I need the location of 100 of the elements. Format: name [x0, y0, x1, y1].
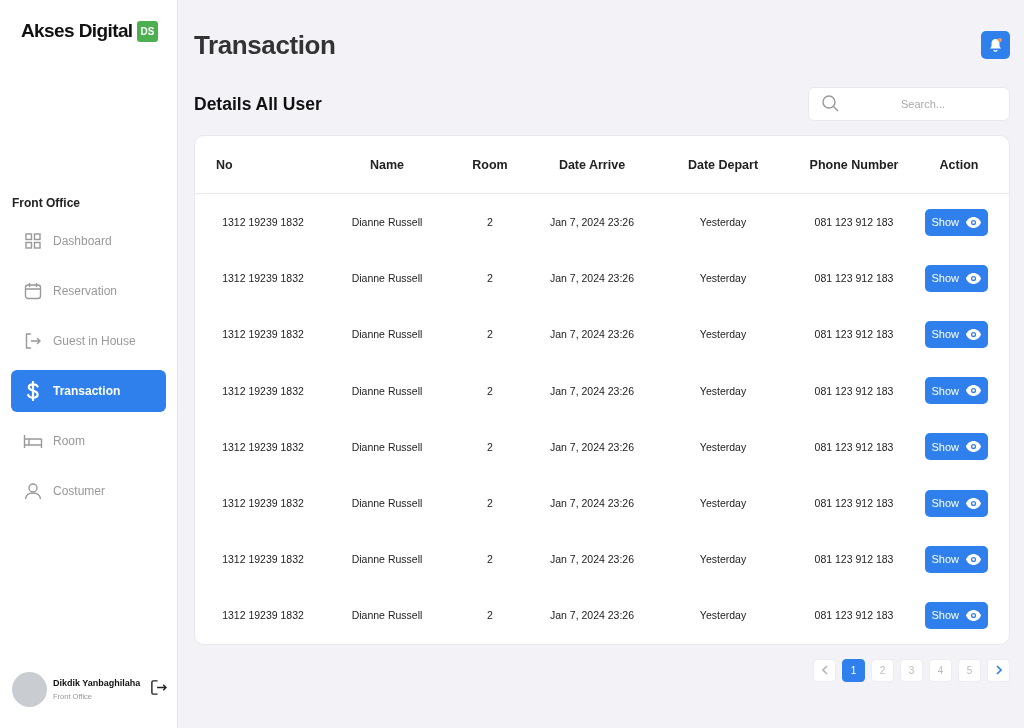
table-cell-text: Jan 7, 2024 23:26 — [548, 216, 636, 229]
eye-icon — [966, 216, 981, 228]
sidebar-item[interactable]: Costumer — [11, 470, 166, 512]
page-button[interactable]: 1 — [842, 658, 865, 682]
page-button[interactable]: 5 — [958, 658, 981, 682]
table-cell-text: Yesterday — [698, 384, 748, 397]
show-button[interactable]: Show — [925, 377, 988, 405]
eye-icon — [966, 609, 981, 621]
chevron-right-icon — [995, 665, 1002, 675]
table-cell-text: Jan 7, 2024 23:26 — [548, 328, 636, 341]
column-header: No — [215, 157, 234, 172]
eye-icon — [966, 328, 981, 340]
page-title: Transaction — [194, 29, 336, 61]
table-cell-text: 081 123 912 183 — [813, 384, 895, 397]
show-button[interactable]: Show — [925, 208, 988, 236]
show-button[interactable]: Show — [925, 320, 988, 348]
avatar — [12, 672, 47, 707]
show-button[interactable]: Show — [925, 264, 988, 292]
table-cell-text: Dianne Russell — [350, 272, 424, 285]
table-cell-text: 1312 19239 1832 — [221, 384, 305, 397]
show-button[interactable]: Show — [925, 545, 988, 573]
table-cell-text: Dianne Russell — [350, 440, 424, 453]
table-cell-text: 081 123 912 183 — [813, 497, 895, 510]
sidebar-item[interactable]: Room — [11, 420, 166, 462]
dollar-icon — [24, 381, 42, 401]
eye-icon — [966, 385, 981, 397]
table-cell-text: Dianne Russell — [350, 497, 424, 510]
bed-icon — [23, 433, 43, 449]
notification-button[interactable] — [981, 31, 1010, 59]
sidebar-item[interactable]: Reservation — [11, 270, 166, 312]
table-cell-text: Yesterday — [698, 553, 748, 566]
user-icon — [24, 482, 42, 500]
show-button[interactable]: Show — [925, 489, 988, 517]
table-cell-text: 1312 19239 1832 — [221, 216, 305, 229]
table-cell-text: Yesterday — [698, 609, 748, 622]
table-cell-text: Dianne Russell — [350, 609, 424, 622]
table-cell-text: 2 — [486, 272, 494, 285]
table-cell-text: 2 — [486, 216, 494, 229]
exit-arrow-icon — [24, 332, 42, 350]
show-button[interactable]: Show — [925, 601, 988, 629]
table-cell-text: Yesterday — [698, 440, 748, 453]
section-heading: Front Office — [12, 196, 81, 210]
search-field[interactable]: Search... — [808, 87, 1010, 121]
eye-icon — [966, 272, 981, 284]
chevron-left-icon — [821, 665, 828, 675]
column-header: Date Depart — [686, 157, 760, 172]
column-header: Name — [368, 157, 405, 172]
table-cell-text: 081 123 912 183 — [813, 553, 895, 566]
table-cell-text: 2 — [486, 328, 494, 341]
table-cell-text: 1312 19239 1832 — [221, 328, 305, 341]
column-header: Action — [938, 157, 980, 172]
sidebar-item[interactable]: Dashboard — [11, 220, 166, 262]
page-button[interactable]: 2 — [871, 658, 894, 682]
grid-icon — [24, 232, 42, 250]
table-cell-text: 081 123 912 183 — [813, 216, 895, 229]
table-cell-text: Jan 7, 2024 23:26 — [548, 609, 636, 622]
next-page-button[interactable] — [987, 658, 1010, 682]
section-title: Details All User — [194, 93, 322, 115]
table-cell-text: 2 — [486, 384, 494, 397]
brand-name: Akses Digital — [21, 20, 133, 42]
column-header: Date Arrive — [557, 157, 627, 172]
table-cell-text: Dianne Russell — [350, 216, 424, 229]
table-cell-text: Jan 7, 2024 23:26 — [548, 440, 636, 453]
user-name: Dikdik Yanbaghilaha — [53, 678, 142, 688]
table-cell-text: 081 123 912 183 — [813, 272, 895, 285]
table-cell-text: 1312 19239 1832 — [221, 497, 305, 510]
table-cell-text: Dianne Russell — [350, 384, 424, 397]
page-button[interactable]: 3 — [900, 658, 923, 682]
bell-icon — [989, 38, 1002, 52]
table-cell-text: 2 — [486, 609, 494, 622]
table-cell-text: Yesterday — [698, 216, 748, 229]
table-cell-text: 2 — [486, 440, 494, 453]
table-cell-text: Jan 7, 2024 23:26 — [548, 553, 636, 566]
table-cell-text: 1312 19239 1832 — [221, 440, 305, 453]
column-header: Room — [471, 157, 509, 172]
table-cell-text: 2 — [486, 553, 494, 566]
table-cell-text: 1312 19239 1832 — [221, 609, 305, 622]
search-icon — [822, 95, 839, 112]
table-cell-text: Yesterday — [698, 497, 748, 510]
brand-badge: DS — [136, 20, 159, 42]
sidebar-item[interactable]: Transaction — [11, 370, 166, 412]
table-cell-text: 081 123 912 183 — [813, 440, 895, 453]
table-cell-text: Yesterday — [698, 272, 748, 285]
table-cell-text: Yesterday — [698, 328, 748, 341]
column-header: Phone Number — [808, 157, 900, 172]
show-button[interactable]: Show — [925, 433, 988, 461]
table-cell-text: 081 123 912 183 — [813, 609, 895, 622]
table-cell-text: Jan 7, 2024 23:26 — [548, 384, 636, 397]
eye-icon — [966, 497, 981, 509]
table-cell-text: Jan 7, 2024 23:26 — [548, 272, 636, 285]
sidebar-item[interactable]: Guest in House — [11, 320, 166, 362]
table-cell-text: 1312 19239 1832 — [221, 553, 305, 566]
eye-icon — [966, 441, 981, 453]
table-cell-text: 1312 19239 1832 — [221, 272, 305, 285]
table-cell-text: Jan 7, 2024 23:26 — [548, 497, 636, 510]
table-cell-text: 081 123 912 183 — [813, 328, 895, 341]
calendar-icon — [24, 282, 42, 300]
logout-icon[interactable] — [150, 679, 167, 696]
eye-icon — [966, 553, 981, 565]
table-cell-text: Dianne Russell — [350, 328, 424, 341]
